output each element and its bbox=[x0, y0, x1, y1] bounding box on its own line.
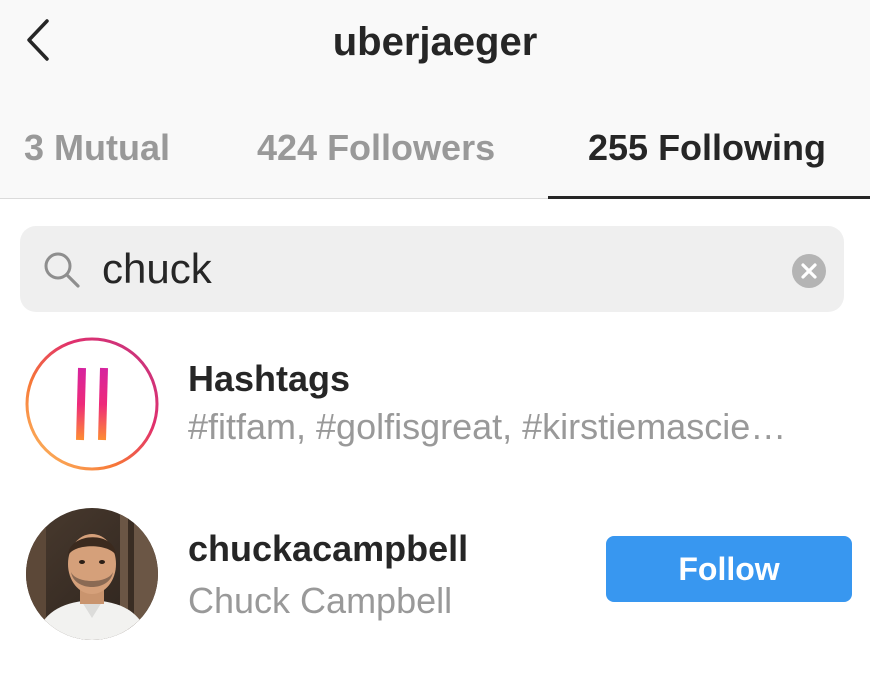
tab-following[interactable]: 255 Following bbox=[588, 118, 826, 198]
hashtags-title: Hashtags bbox=[188, 358, 351, 399]
follow-button[interactable]: Follow bbox=[606, 536, 852, 602]
page-title: uberjaeger bbox=[332, 20, 538, 64]
avatar[interactable] bbox=[24, 506, 160, 642]
user-result[interactable]: chuckacampbell Chuck Campbell Follow bbox=[0, 502, 870, 652]
tab-bar: 3 Mutual 424 Followers 255 Following bbox=[0, 118, 870, 198]
full-name: Chuck Campbell bbox=[188, 580, 453, 621]
tab-followers[interactable]: 424 Followers bbox=[257, 118, 495, 198]
username: chuckacampbell bbox=[188, 528, 469, 569]
hashtags-result[interactable]: Hashtags #fitfam, #golfisgreat, #kirstie… bbox=[0, 330, 870, 480]
hashtags-list: #fitfam, #golfisgreat, #kirstiemascie… bbox=[188, 406, 787, 447]
hashtags-avatar bbox=[24, 336, 160, 472]
active-tab-indicator bbox=[548, 196, 870, 199]
tab-mutual[interactable]: 3 Mutual bbox=[24, 118, 170, 198]
search-input[interactable] bbox=[102, 238, 782, 300]
search-bar bbox=[20, 226, 844, 312]
clear-icon bbox=[801, 263, 817, 279]
clear-search-button[interactable] bbox=[792, 254, 826, 288]
following-screen: uberjaeger 3 Mutual 424 Followers 255 Fo… bbox=[0, 0, 870, 680]
search-icon bbox=[44, 252, 80, 288]
header: uberjaeger 3 Mutual 424 Followers 255 Fo… bbox=[0, 0, 870, 199]
